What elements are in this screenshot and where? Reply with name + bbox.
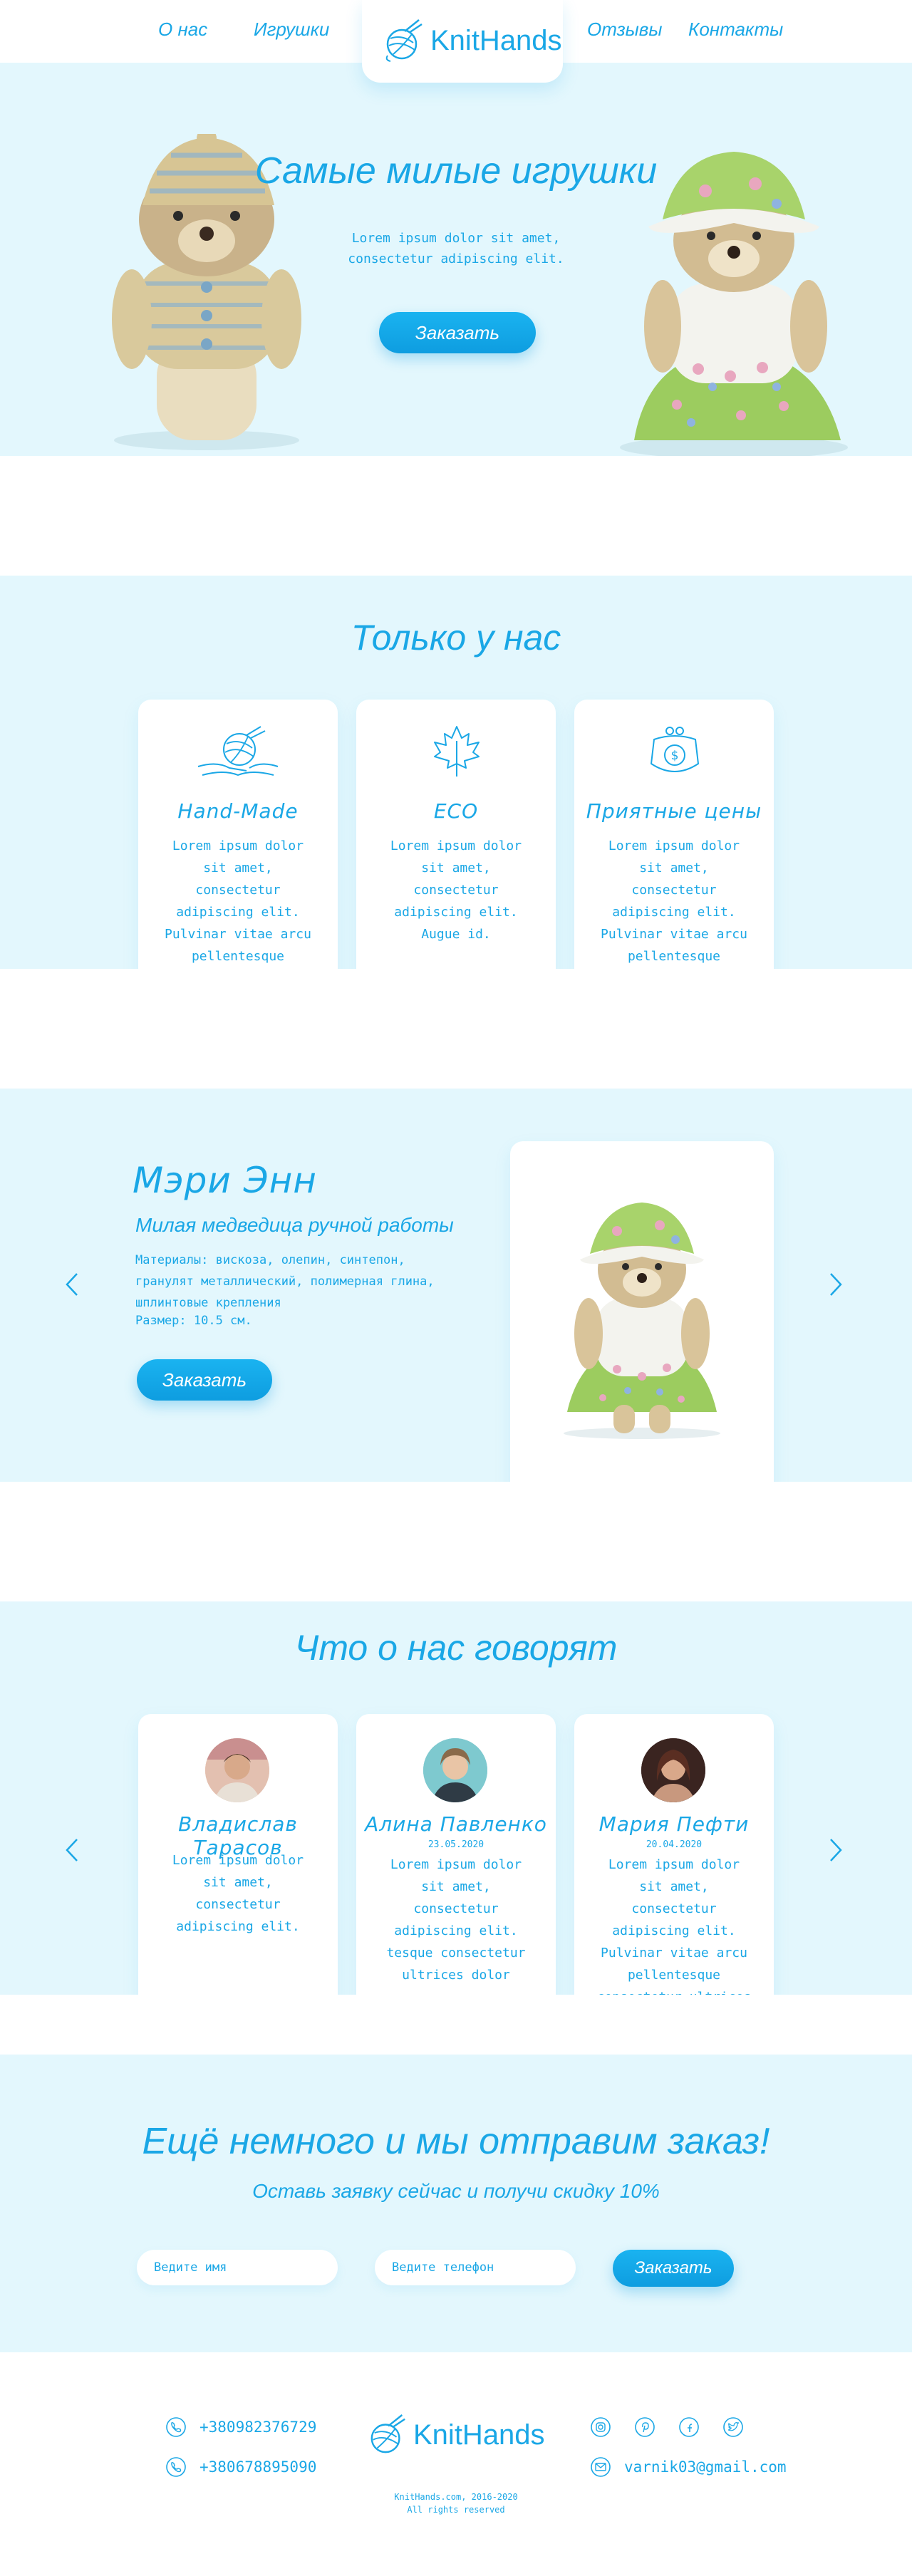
yarn-ball-hands-icon xyxy=(197,726,279,777)
product-image-card xyxy=(510,1141,774,1497)
product-size: Размер: 10.5 см. xyxy=(135,1314,252,1328)
review-text: Lorem ipsum dolor sit amet, consectetur … xyxy=(172,1853,304,1934)
order-title: Ещё немного и мы отправим заказ! xyxy=(142,2121,770,2162)
hero-text: Lorem ipsum dolor sit amet, consectetur … xyxy=(348,231,564,266)
svg-text:$: $ xyxy=(671,749,679,763)
review-card: Владислав Тарасов Lorem ipsum dolor sit … xyxy=(138,1714,338,2013)
footer: +380982376729 +380678895090 KnitHands Kn… xyxy=(0,2352,912,2576)
copyright-line-1: KnitHands.com, 2016-2020 xyxy=(394,2492,518,2502)
avatar xyxy=(641,1738,705,1802)
feature-title: Hand-Made xyxy=(177,799,299,823)
maple-leaf-icon xyxy=(434,726,480,777)
mail-icon xyxy=(591,2457,611,2477)
reviewer-name: Алина Павленко xyxy=(365,1812,547,1836)
product-subtitle: Милая медведица ручной работы xyxy=(135,1214,454,1236)
copyright-line-2: All rights reserved xyxy=(407,2505,505,2515)
email-text: varnik03@gmail.com xyxy=(624,2458,787,2476)
footer-phone-1[interactable]: +380982376729 xyxy=(165,2416,316,2438)
logo-container: KnitHands xyxy=(362,0,563,83)
bear-girl-product-image xyxy=(564,1203,720,1439)
footer-logo-text: KnitHands xyxy=(413,2419,545,2451)
facebook-icon[interactable] xyxy=(678,2416,700,2438)
features-section: Только у нас Hand-Made Lorem ipsum dolor… xyxy=(0,576,912,1008)
order-submit-button[interactable]: Заказать xyxy=(613,2250,734,2287)
yarn-ball-icon xyxy=(370,2414,405,2453)
product-order-button[interactable]: Заказать xyxy=(137,1359,272,1401)
hero-order-button[interactable]: Заказать xyxy=(379,312,536,353)
logo-text: KnitHands xyxy=(430,24,562,56)
hero-title: Самые милые игрушки xyxy=(254,150,658,192)
spacer xyxy=(0,969,912,1089)
product-name: Мэри Энн xyxy=(133,1160,318,1201)
phone-text: +380982376729 xyxy=(200,2419,317,2436)
review-text: Lorem ipsum dolor sit amet, consectetur … xyxy=(386,1857,526,1983)
hero-section: Самые милые игрушки Lorem ipsum dolor si… xyxy=(0,63,912,456)
spacer xyxy=(0,1482,912,1601)
reviews-title: Что о нас говорят xyxy=(294,1628,618,1668)
nav-link-about[interactable]: О нас xyxy=(158,19,207,41)
product-section: Мэри Энн Милая медведица ручной работы М… xyxy=(0,1089,912,1497)
reviewer-name: Мария Пефти xyxy=(598,1812,750,1836)
yarn-ball-icon xyxy=(385,19,423,62)
social-links xyxy=(590,2416,744,2438)
next-arrow-icon[interactable] xyxy=(828,1272,844,1297)
phone-text: +380678895090 xyxy=(200,2458,317,2476)
review-date: 23.05.2020 xyxy=(428,1839,484,1850)
feature-card-handmade: Hand-Made Lorem ipsum dolor sit amet, co… xyxy=(138,700,338,1008)
feature-title: ECO xyxy=(433,799,479,823)
nav-link-contacts[interactable]: Контакты xyxy=(688,19,783,41)
site-logo[interactable]: KnitHands xyxy=(383,19,562,63)
copyright: KnitHands.com, 2016-2020 All rights rese… xyxy=(0,2491,912,2516)
footer-email[interactable]: varnik03@gmail.com xyxy=(590,2456,787,2478)
nav-link-reviews[interactable]: Отзывы xyxy=(587,19,663,41)
spacer xyxy=(0,1995,912,2055)
phone-input[interactable] xyxy=(375,2250,576,2285)
nav-link-toys[interactable]: Игрушки xyxy=(254,19,329,41)
footer-logo[interactable]: KnitHands xyxy=(368,2414,545,2456)
avatar xyxy=(423,1738,487,1802)
order-section: Ещё немного и мы отправим заказ! Оставь … xyxy=(0,2055,912,2352)
review-date: 20.04.2020 xyxy=(646,1839,703,1850)
prev-arrow-icon[interactable] xyxy=(64,1272,80,1297)
avatar xyxy=(205,1738,269,1802)
phone-icon xyxy=(166,2417,186,2437)
feature-card-prices: $ Приятные цены Lorem ipsum dolor sit am… xyxy=(574,700,774,1008)
product-materials: Материалы: вискоза, олепин, синтепон, гр… xyxy=(135,1253,435,1310)
review-card: Мария Пефти 20.04.2020 Lorem ipsum dolor… xyxy=(574,1714,774,2027)
phone-icon xyxy=(166,2457,186,2477)
name-input[interactable] xyxy=(137,2250,338,2285)
review-card: Алина Павленко 23.05.2020 Lorem ipsum do… xyxy=(356,1714,556,2013)
feature-title: Приятные цены xyxy=(586,799,762,823)
features-title: Только у нас xyxy=(351,618,561,658)
next-arrow-icon[interactable] xyxy=(828,1838,844,1862)
footer-phone-2[interactable]: +380678895090 xyxy=(165,2456,316,2478)
pinterest-icon[interactable] xyxy=(634,2416,656,2438)
prev-arrow-icon[interactable] xyxy=(64,1838,80,1862)
order-subtitle: Оставь заявку сейчас и получи скидку 10% xyxy=(252,2180,660,2202)
twitter-icon[interactable] xyxy=(722,2416,744,2438)
reviews-section: Что о нас говорят Владислав Тарасов Lore… xyxy=(0,1601,912,2027)
feature-card-eco: ECO Lorem ipsum dolor sit amet, consecte… xyxy=(356,700,556,985)
coin-purse-icon: $ xyxy=(650,727,700,772)
feature-text: Lorem ipsum dolor sit amet, consectetur … xyxy=(390,838,522,942)
instagram-icon[interactable] xyxy=(590,2416,611,2438)
